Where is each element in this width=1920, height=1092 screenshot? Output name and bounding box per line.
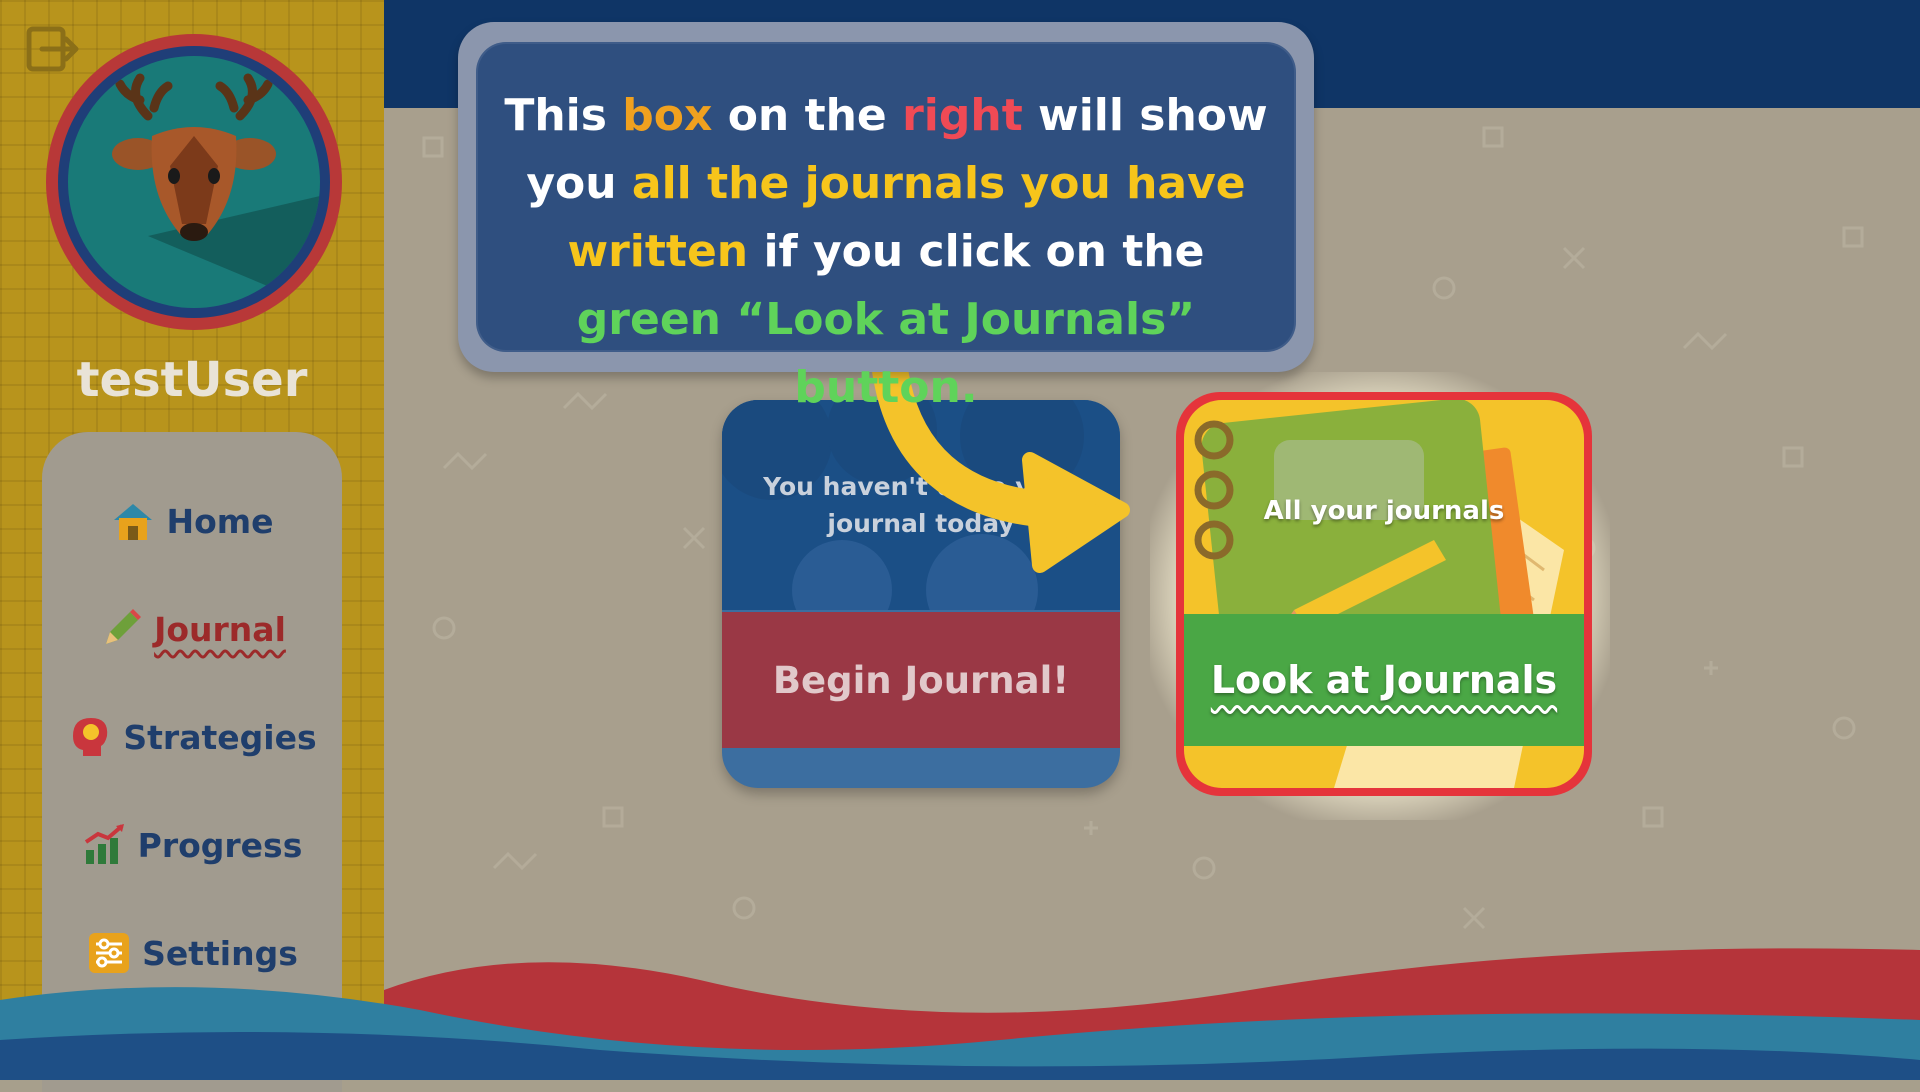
look-at-journals-button[interactable]: Look at Journals [1184, 614, 1584, 746]
pencil-icon [106, 609, 142, 644]
nav-item-home[interactable]: Home [42, 486, 342, 556]
deer-avatar-icon [112, 73, 320, 308]
tutorial-text-green: green [576, 294, 721, 345]
look-at-journals-card[interactable]: All your journals Look at Journals [1176, 392, 1592, 796]
tutorial-text-button-name: “Look at Journals” button. [736, 294, 1196, 413]
nav-item-strategies[interactable]: Strategies [42, 702, 342, 772]
nav-label-home: Home [166, 501, 274, 541]
avatar [46, 34, 342, 330]
nav-item-progress[interactable]: Progress [42, 810, 342, 880]
tutorial-callout: This box on the right will show you all … [458, 22, 1314, 413]
tutorial-text-part [721, 294, 736, 345]
exit-icon[interactable] [26, 26, 80, 72]
nav-item-journal[interactable]: Journal [42, 594, 342, 664]
all-journals-caption: All your journals [1263, 496, 1505, 526]
begin-journal-button[interactable]: Begin Journal! [722, 612, 1120, 748]
tutorial-text-right: right [902, 90, 1023, 141]
username: testUser [76, 352, 308, 408]
look-at-journals-label: Look at Journals [1210, 658, 1558, 702]
tutorial-text: This box on the right will show you all … [488, 82, 1284, 422]
tutorial-text-part: This [504, 90, 623, 141]
chart-icon [84, 824, 124, 864]
bottom-waves [0, 948, 1920, 1080]
nav-label-journal: Journal [154, 609, 286, 649]
tutorial-text-box: box [622, 90, 713, 141]
tutorial-text-part: if you click on the [748, 226, 1205, 277]
begin-journal-label: Begin Journal! [772, 658, 1070, 702]
tutorial-text-part: on the [712, 90, 903, 141]
sidebar: testUser Home Journal Strategies Progres… [0, 0, 384, 1092]
nav-label-strategies: Strategies [123, 717, 317, 757]
home-icon [114, 504, 153, 540]
head-lightbulb-icon [73, 718, 108, 756]
nav-label-progress: Progress [137, 825, 303, 865]
